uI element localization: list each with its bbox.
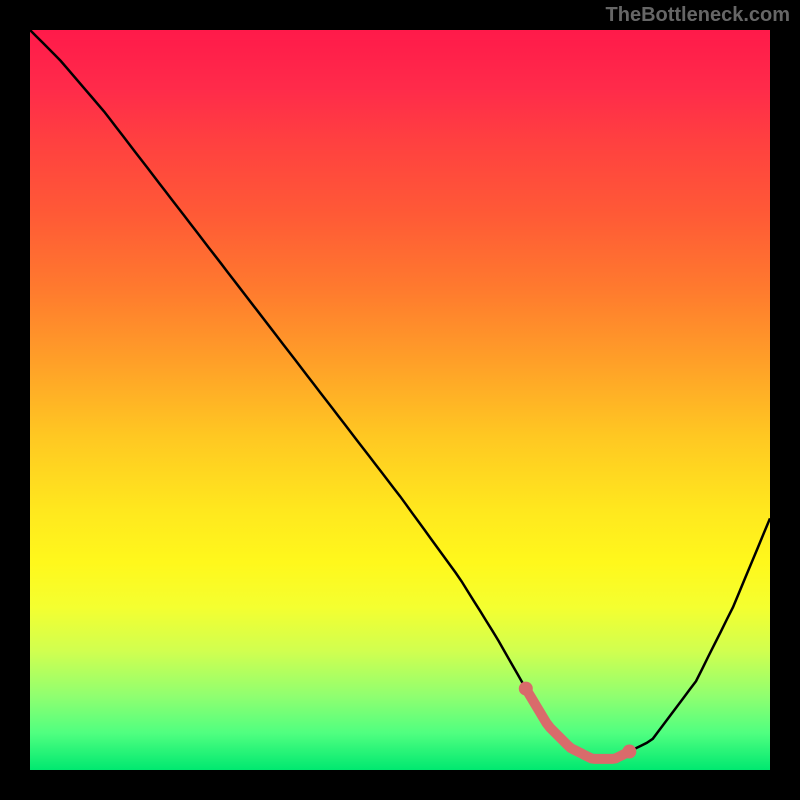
- bottleneck-curve-line: [30, 30, 770, 759]
- watermark-text: TheBottleneck.com: [606, 4, 790, 27]
- optimal-range-start-dot: [519, 682, 533, 696]
- optimal-range-end-dot: [622, 745, 636, 759]
- optimal-range-highlight: [526, 689, 630, 759]
- chart-svg: [30, 30, 770, 770]
- chart-area: [30, 30, 770, 770]
